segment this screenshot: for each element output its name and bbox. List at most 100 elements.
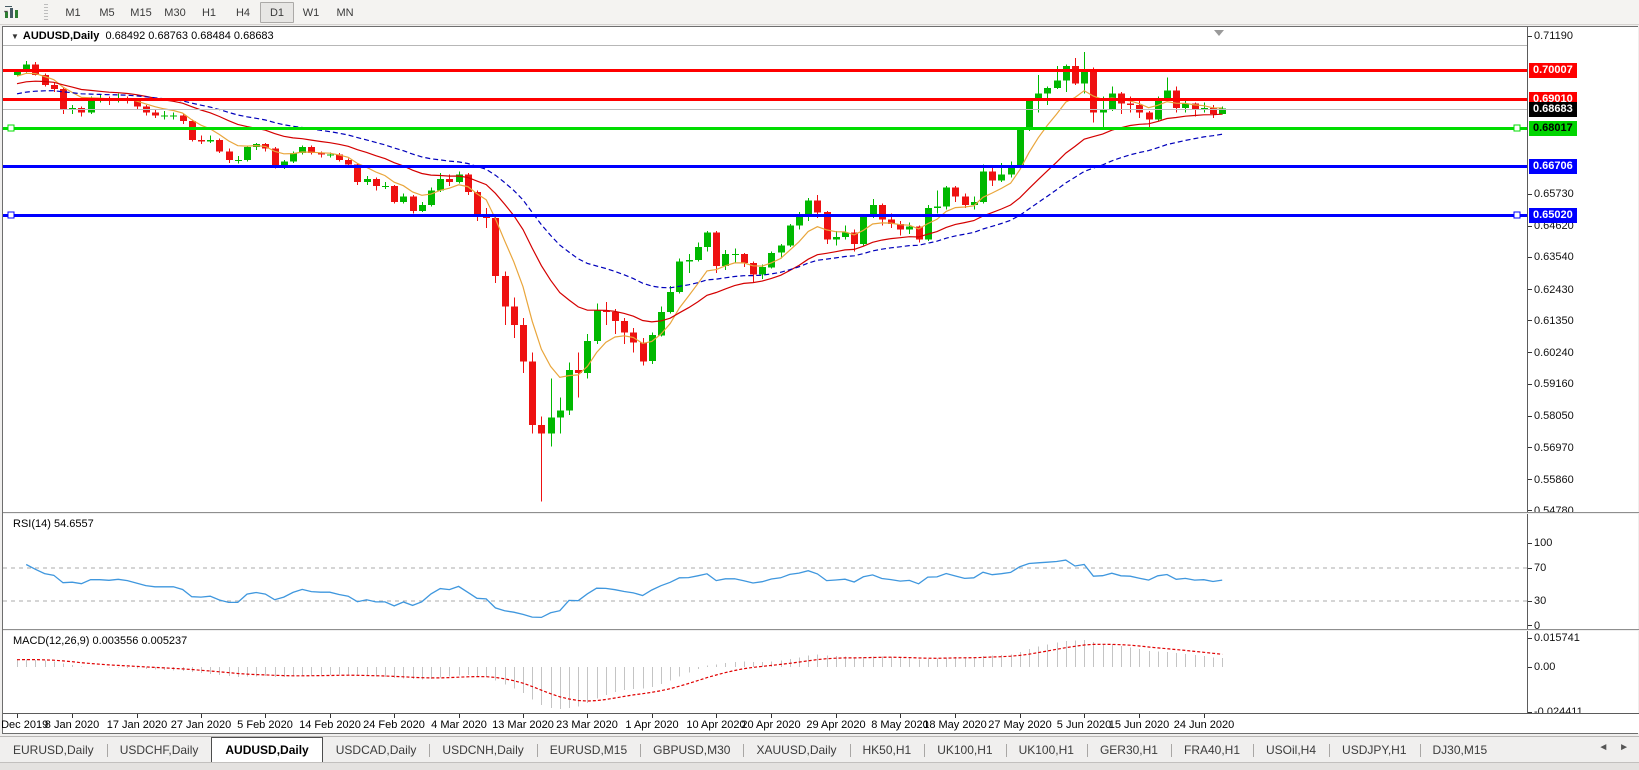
- price-tick-label: 0.55860: [1528, 473, 1574, 487]
- timeframe-button-W1[interactable]: W1: [294, 2, 328, 23]
- date-tick: [394, 714, 395, 718]
- date-label: 5 Jun 2020: [1057, 719, 1111, 731]
- date-label: 8 May 2020: [871, 719, 928, 731]
- date-tick: [265, 714, 266, 718]
- date-label: 20 Apr 2020: [741, 719, 800, 731]
- rsi-panel[interactable]: [3, 514, 1527, 629]
- toolbar-grip[interactable]: [44, 4, 48, 21]
- timeframe-button-MN[interactable]: MN: [328, 2, 362, 23]
- chart-tab-USDCHF-Daily[interactable]: USDCHF,Daily: [107, 740, 212, 762]
- date-label: 18 May 2020: [923, 719, 987, 731]
- price-tick-label: 0.62430: [1528, 283, 1574, 297]
- chart-tab-FRA40-H1[interactable]: FRA40,H1: [1171, 740, 1253, 762]
- charts-toolbar-icon[interactable]: ▾: [4, 3, 38, 22]
- date-label: 10 Apr 2020: [686, 719, 745, 731]
- line-anchor: [1514, 212, 1520, 218]
- panel-splitter[interactable]: [3, 512, 1639, 514]
- date-label: 15 Jun 2020: [1109, 719, 1170, 731]
- date-tick: [72, 714, 73, 718]
- price-axis[interactable]: 0.711900.657300.646200.635400.624300.613…: [1528, 27, 1638, 713]
- date-label: 24 Jun 2020: [1174, 719, 1235, 731]
- price-tick-label: 0.56970: [1528, 441, 1574, 455]
- date-tick: [1139, 714, 1140, 718]
- candles-group: [14, 52, 1226, 502]
- date-tick: [330, 714, 331, 718]
- chart-tab-AUDUSD-Daily[interactable]: AUDUSD,Daily: [211, 737, 322, 762]
- main-price-chart[interactable]: [3, 27, 1527, 512]
- chart-tab-USDCAD-Daily[interactable]: USDCAD,Daily: [323, 740, 430, 762]
- price-tick-label: 70: [1528, 561, 1546, 575]
- price-badge: 0.66706: [1529, 159, 1577, 174]
- date-tick: [201, 714, 202, 718]
- price-badge: 0.70007: [1529, 63, 1577, 78]
- date-tick: [955, 714, 956, 718]
- date-tick: [1020, 714, 1021, 718]
- ma-fast-line: [17, 73, 1222, 377]
- date-tick: [836, 714, 837, 718]
- price-tick-label: 0.61350: [1528, 314, 1574, 328]
- collapse-arrow-icon[interactable]: ▼: [11, 32, 19, 41]
- status-strip: [0, 762, 1639, 770]
- timeframe-button-H4[interactable]: H4: [226, 2, 260, 23]
- date-label: 23 Mar 2020: [556, 719, 618, 731]
- price-tick-label: 100: [1528, 536, 1552, 550]
- chart-tab-USDJPY-H1[interactable]: USDJPY,H1: [1329, 740, 1419, 762]
- timeframe-button-M5[interactable]: M5: [90, 2, 124, 23]
- date-label: 14 Feb 2020: [299, 719, 361, 731]
- date-tick: [17, 714, 18, 718]
- timeframe-button-M15[interactable]: M15: [124, 2, 158, 23]
- chart-tab-EURUSD-M15[interactable]: EURUSD,M15: [537, 740, 640, 762]
- timeframe-button-M30[interactable]: M30: [158, 2, 192, 23]
- date-label: 4 Mar 2020: [431, 719, 487, 731]
- shift-marker-icon: [1214, 30, 1224, 36]
- panel-splitter[interactable]: [3, 629, 1639, 631]
- chart-tab-GER30-H1[interactable]: GER30,H1: [1087, 740, 1171, 762]
- date-label: 27 Jan 2020: [171, 719, 232, 731]
- price-tick-label: 0.63540: [1528, 250, 1574, 264]
- tab-scroll-arrows[interactable]: ◄ ►: [1598, 742, 1633, 753]
- mt4-window: ▾ M1M5M15M30H1H4D1W1MN ▼ AUDUSD,Daily 0.6…: [0, 0, 1639, 770]
- timeframe-button-H1[interactable]: H1: [192, 2, 226, 23]
- line-anchor: [1514, 125, 1520, 131]
- date-label: 27 May 2020: [988, 719, 1052, 731]
- chart-tab-EURUSD-Daily[interactable]: EURUSD,Daily: [0, 740, 107, 762]
- date-tick: [1204, 714, 1205, 718]
- timeframe-toolbar: ▾ M1M5M15M30H1H4D1W1MN: [0, 0, 1639, 25]
- price-tick-label: 0.54780: [1528, 504, 1574, 518]
- date-axis[interactable]: 30 Dec 20198 Jan 202017 Jan 202027 Jan 2…: [3, 713, 1639, 733]
- chart-tab-USOil-H4[interactable]: USOil,H4: [1253, 740, 1329, 762]
- timeframe-button-M1[interactable]: M1: [56, 2, 90, 23]
- timeframe-button-D1[interactable]: D1: [260, 2, 294, 23]
- date-tick: [1084, 714, 1085, 718]
- chart-tab-UK100-H1[interactable]: UK100,H1: [1006, 740, 1087, 762]
- price-tick-label: 30: [1528, 594, 1546, 608]
- chart-tab-HK50-H1[interactable]: HK50,H1: [850, 740, 925, 762]
- price-tick-label: 0.60240: [1528, 346, 1574, 360]
- line-anchor: [8, 212, 14, 218]
- chart-symbol-label: AUDUSD,Daily: [23, 30, 99, 42]
- date-tick: [523, 714, 524, 718]
- chart-tab-UK100-H1[interactable]: UK100,H1: [924, 740, 1005, 762]
- price-tick-label: 0.71190: [1528, 29, 1573, 43]
- date-tick: [652, 714, 653, 718]
- date-label: 5 Feb 2020: [237, 719, 293, 731]
- chart-tab-XAUUSD-Daily[interactable]: XAUUSD,Daily: [743, 740, 849, 762]
- price-tick-label: 0.58050: [1528, 409, 1574, 423]
- date-label: 17 Jan 2020: [107, 719, 168, 731]
- macd-panel[interactable]: [3, 631, 1527, 713]
- chart-tab-bar: EURUSD,DailyUSDCHF,DailyAUDUSD,DailyUSDC…: [0, 736, 1639, 762]
- chart-tab-DJ30-M15[interactable]: DJ30,M15: [1420, 740, 1501, 762]
- chart-tab-USDCNH-Daily[interactable]: USDCNH,Daily: [429, 740, 536, 762]
- date-tick: [459, 714, 460, 718]
- price-tick-label: 0.59160: [1528, 377, 1574, 391]
- price-badge: 0.68017: [1529, 121, 1577, 136]
- date-label: 30 Dec 2019: [0, 719, 48, 731]
- chart-icon: [4, 5, 21, 20]
- date-label: 13 Mar 2020: [492, 719, 554, 731]
- chart-ohlc-values: 0.68492 0.68763 0.68484 0.68683: [105, 30, 273, 42]
- timeframe-buttons: M1M5M15M30H1H4D1W1MN: [56, 2, 362, 23]
- price-badge: 0.68683: [1529, 102, 1577, 117]
- macd-indicator-label: MACD(12,26,9) 0.003556 0.005237: [13, 635, 187, 647]
- chart-window[interactable]: ▼ AUDUSD,Daily 0.68492 0.68763 0.68484 0.…: [2, 26, 1638, 734]
- chart-tab-GBPUSD-M30[interactable]: GBPUSD,M30: [640, 740, 743, 762]
